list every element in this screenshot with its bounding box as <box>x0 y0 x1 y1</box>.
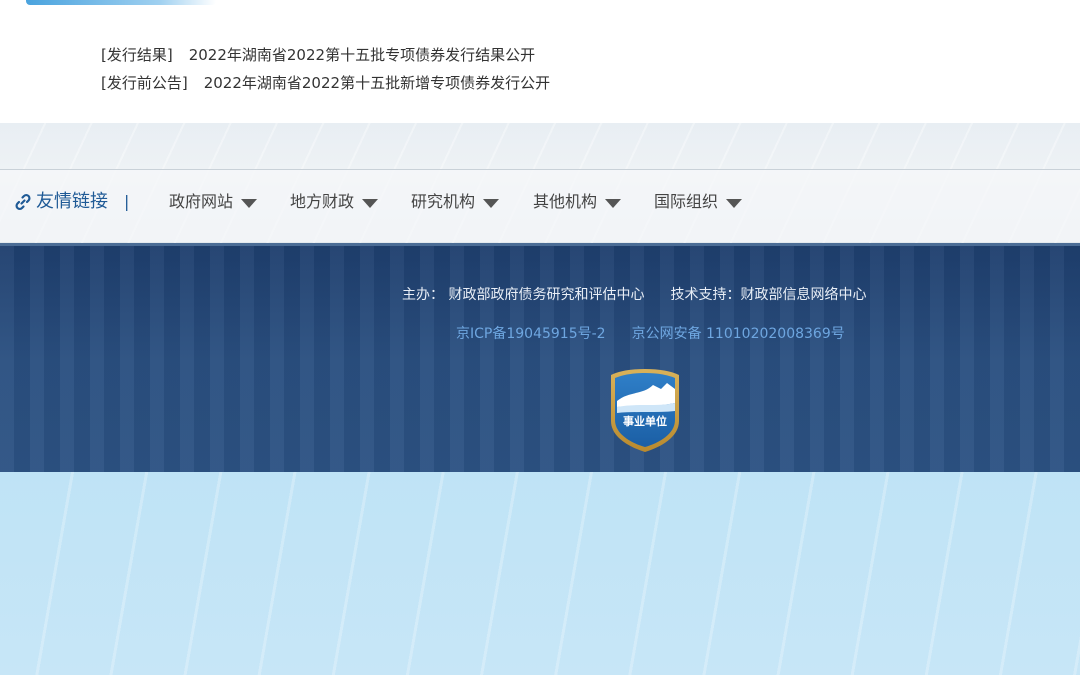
caret-down-icon <box>362 199 379 208</box>
links-separator: | <box>124 192 130 211</box>
dropdown-research-institutions[interactable]: 研究机构 <box>411 189 500 215</box>
footer-sponsor: 主办： 财政部政府债务研究和评估中心 <box>402 287 645 303</box>
public-institution-badge[interactable]: 事业单位 <box>609 367 681 453</box>
panel-accent-bar <box>26 0 216 5</box>
dropdown-local-finance[interactable]: 地方财政 <box>290 189 379 215</box>
dropdown-label: 其他机构 <box>533 192 598 211</box>
dropdown-label: 地方财政 <box>290 192 355 211</box>
news-panel: [发行结果] 2022年湖南省2022第十五批专项债券发行结果公开 [发行前公告]… <box>0 0 1080 123</box>
friendly-links-section: 友情链接 | 政府网站 地方财政 研究机构 其他机构 国际组织 <box>0 123 1080 243</box>
caret-down-icon <box>726 199 743 208</box>
friendly-links-label: 友情链接 <box>36 191 108 212</box>
dropdown-international-orgs[interactable]: 国际组织 <box>654 189 743 215</box>
icp-link[interactable]: 京ICP备19045915号-2 <box>456 326 606 342</box>
badge-text: 事业单位 <box>623 414 667 428</box>
caret-down-icon <box>483 199 500 208</box>
dropdown-label: 政府网站 <box>169 192 234 211</box>
footer-registration: 京ICP备19045915号-2 京公网安备 11010202008369号 <box>456 323 845 343</box>
dropdown-label: 国际组织 <box>654 192 719 211</box>
dropdown-government-sites[interactable]: 政府网站 <box>169 189 258 215</box>
footer-credits: 主办： 财政部政府债务研究和评估中心 技术支持：财政部信息网络中心 <box>402 284 866 304</box>
dropdown-other-institutions[interactable]: 其他机构 <box>533 189 622 215</box>
caret-down-icon <box>241 199 258 208</box>
news-item[interactable]: [发行前公告] 2022年湖南省2022第十五批新增专项债券发行公开 <box>101 72 550 100</box>
police-record-link[interactable]: 京公网安备 11010202008369号 <box>632 326 845 342</box>
dropdown-label: 研究机构 <box>411 192 476 211</box>
news-list: [发行结果] 2022年湖南省2022第十五批专项债券发行结果公开 [发行前公告]… <box>101 44 550 100</box>
friendly-links-title: 友情链接 <box>14 187 108 217</box>
news-title[interactable]: 2022年湖南省2022第十五批专项债券发行结果公开 <box>189 46 535 64</box>
background-area <box>0 472 1080 675</box>
link-icon <box>15 193 31 211</box>
news-title[interactable]: 2022年湖南省2022第十五批新增专项债券发行公开 <box>204 74 550 92</box>
footer-tech-support: 技术支持：财政部信息网络中心 <box>670 287 867 303</box>
friendly-links-bar: 友情链接 | 政府网站 地方财政 研究机构 其他机构 国际组织 <box>0 169 1080 242</box>
site-footer: 主办： 财政部政府债务研究和评估中心 技术支持：财政部信息网络中心 京ICP备19… <box>0 243 1080 475</box>
news-tag: [发行前公告] <box>101 74 188 92</box>
caret-down-icon <box>605 199 622 208</box>
news-item[interactable]: [发行结果] 2022年湖南省2022第十五批专项债券发行结果公开 <box>101 44 550 72</box>
news-tag: [发行结果] <box>101 46 173 64</box>
